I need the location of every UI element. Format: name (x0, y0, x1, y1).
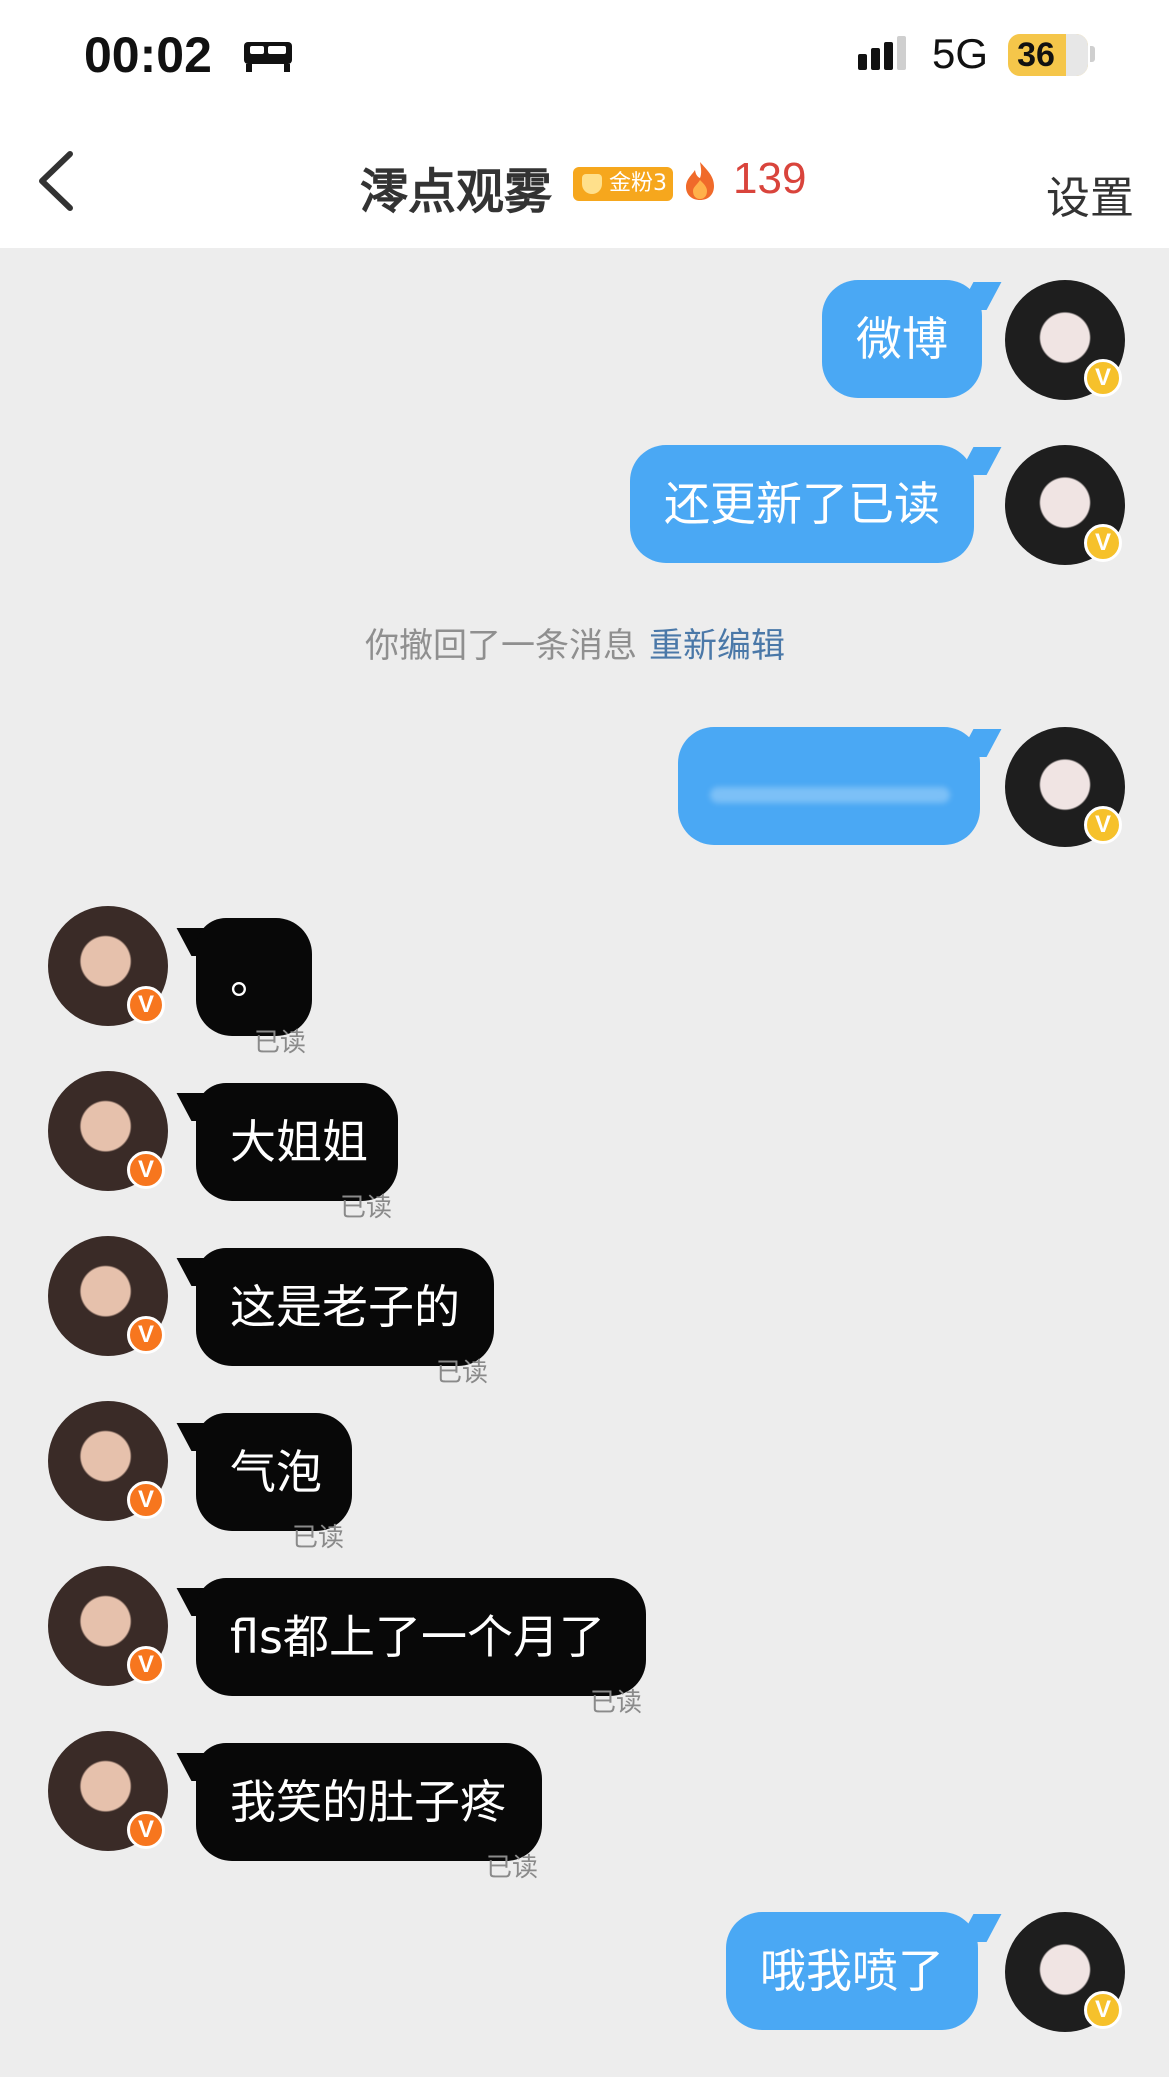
cellular-signal-icon (858, 36, 906, 70)
verified-badge: V (127, 1316, 165, 1354)
read-status: 已读 (254, 1028, 307, 1058)
fan-badge-label: 金粉3 (609, 171, 667, 196)
fire-count: 139 (733, 154, 807, 203)
fan-badge: 金粉3 (573, 167, 673, 201)
received-message-bubble[interactable]: fls都上了一个月了 (196, 1578, 646, 1696)
sent-message-bubble[interactable]: 微博 (822, 280, 982, 398)
status-time: 00:02 (84, 27, 212, 83)
read-status: 已读 (486, 1853, 539, 1883)
re-edit-link[interactable]: 重新编辑 (649, 626, 785, 666)
chevron-left-icon[interactable] (34, 150, 80, 212)
battery-level: 36 (1017, 36, 1055, 74)
read-status: 已读 (340, 1193, 393, 1223)
verified-badge: V (127, 1811, 165, 1849)
chat-title: 澪点观雾 (360, 164, 553, 220)
battery-empty (1066, 34, 1088, 76)
recall-text: 你撤回了一条消息 (365, 626, 637, 666)
received-message-bubble[interactable]: 我笑的肚子疼 (196, 1743, 542, 1861)
verified-badge: V (127, 1646, 165, 1684)
verified-badge: V (1084, 524, 1122, 562)
received-message-bubble[interactable]: 。 (196, 918, 312, 1036)
verified-badge: V (127, 986, 165, 1024)
verified-badge: V (127, 1151, 165, 1189)
verified-badge: V (1084, 359, 1122, 397)
verified-badge: V (1084, 1991, 1122, 2029)
sent-message-bubble-blurred[interactable] (678, 727, 980, 845)
received-message-bubble[interactable]: 这是老子的 (196, 1248, 494, 1366)
read-status: 已读 (436, 1358, 489, 1388)
verified-badge: V (127, 1481, 165, 1519)
settings-button[interactable]: 设置 (1046, 162, 1134, 226)
battery-tip (1090, 46, 1095, 62)
blurred-content (710, 787, 950, 803)
sent-message-bubble[interactable]: 还更新了已读 (630, 445, 974, 563)
battery-icon: 36 (1008, 34, 1088, 76)
read-status: 已读 (292, 1523, 345, 1553)
read-status: 已读 (590, 1688, 643, 1718)
bubble-tail (958, 447, 1002, 475)
network-type: 5G (932, 30, 989, 77)
flame-icon (686, 162, 714, 200)
bed-icon (244, 42, 292, 72)
bubble-tail (958, 1914, 1002, 1942)
verified-badge: V (1084, 806, 1122, 844)
received-message-bubble[interactable]: 气泡 (196, 1413, 352, 1531)
recall-notice: 你撤回了一条消息 重新编辑 (365, 618, 785, 667)
shield-icon (582, 174, 602, 194)
top-bar: 00:02 5G 36 澪点观雾 金粉3 139 设置 (0, 0, 1169, 248)
received-message-bubble[interactable]: 大姐姐 (196, 1083, 398, 1201)
sent-message-bubble[interactable]: 哦我喷了 (726, 1912, 978, 2030)
